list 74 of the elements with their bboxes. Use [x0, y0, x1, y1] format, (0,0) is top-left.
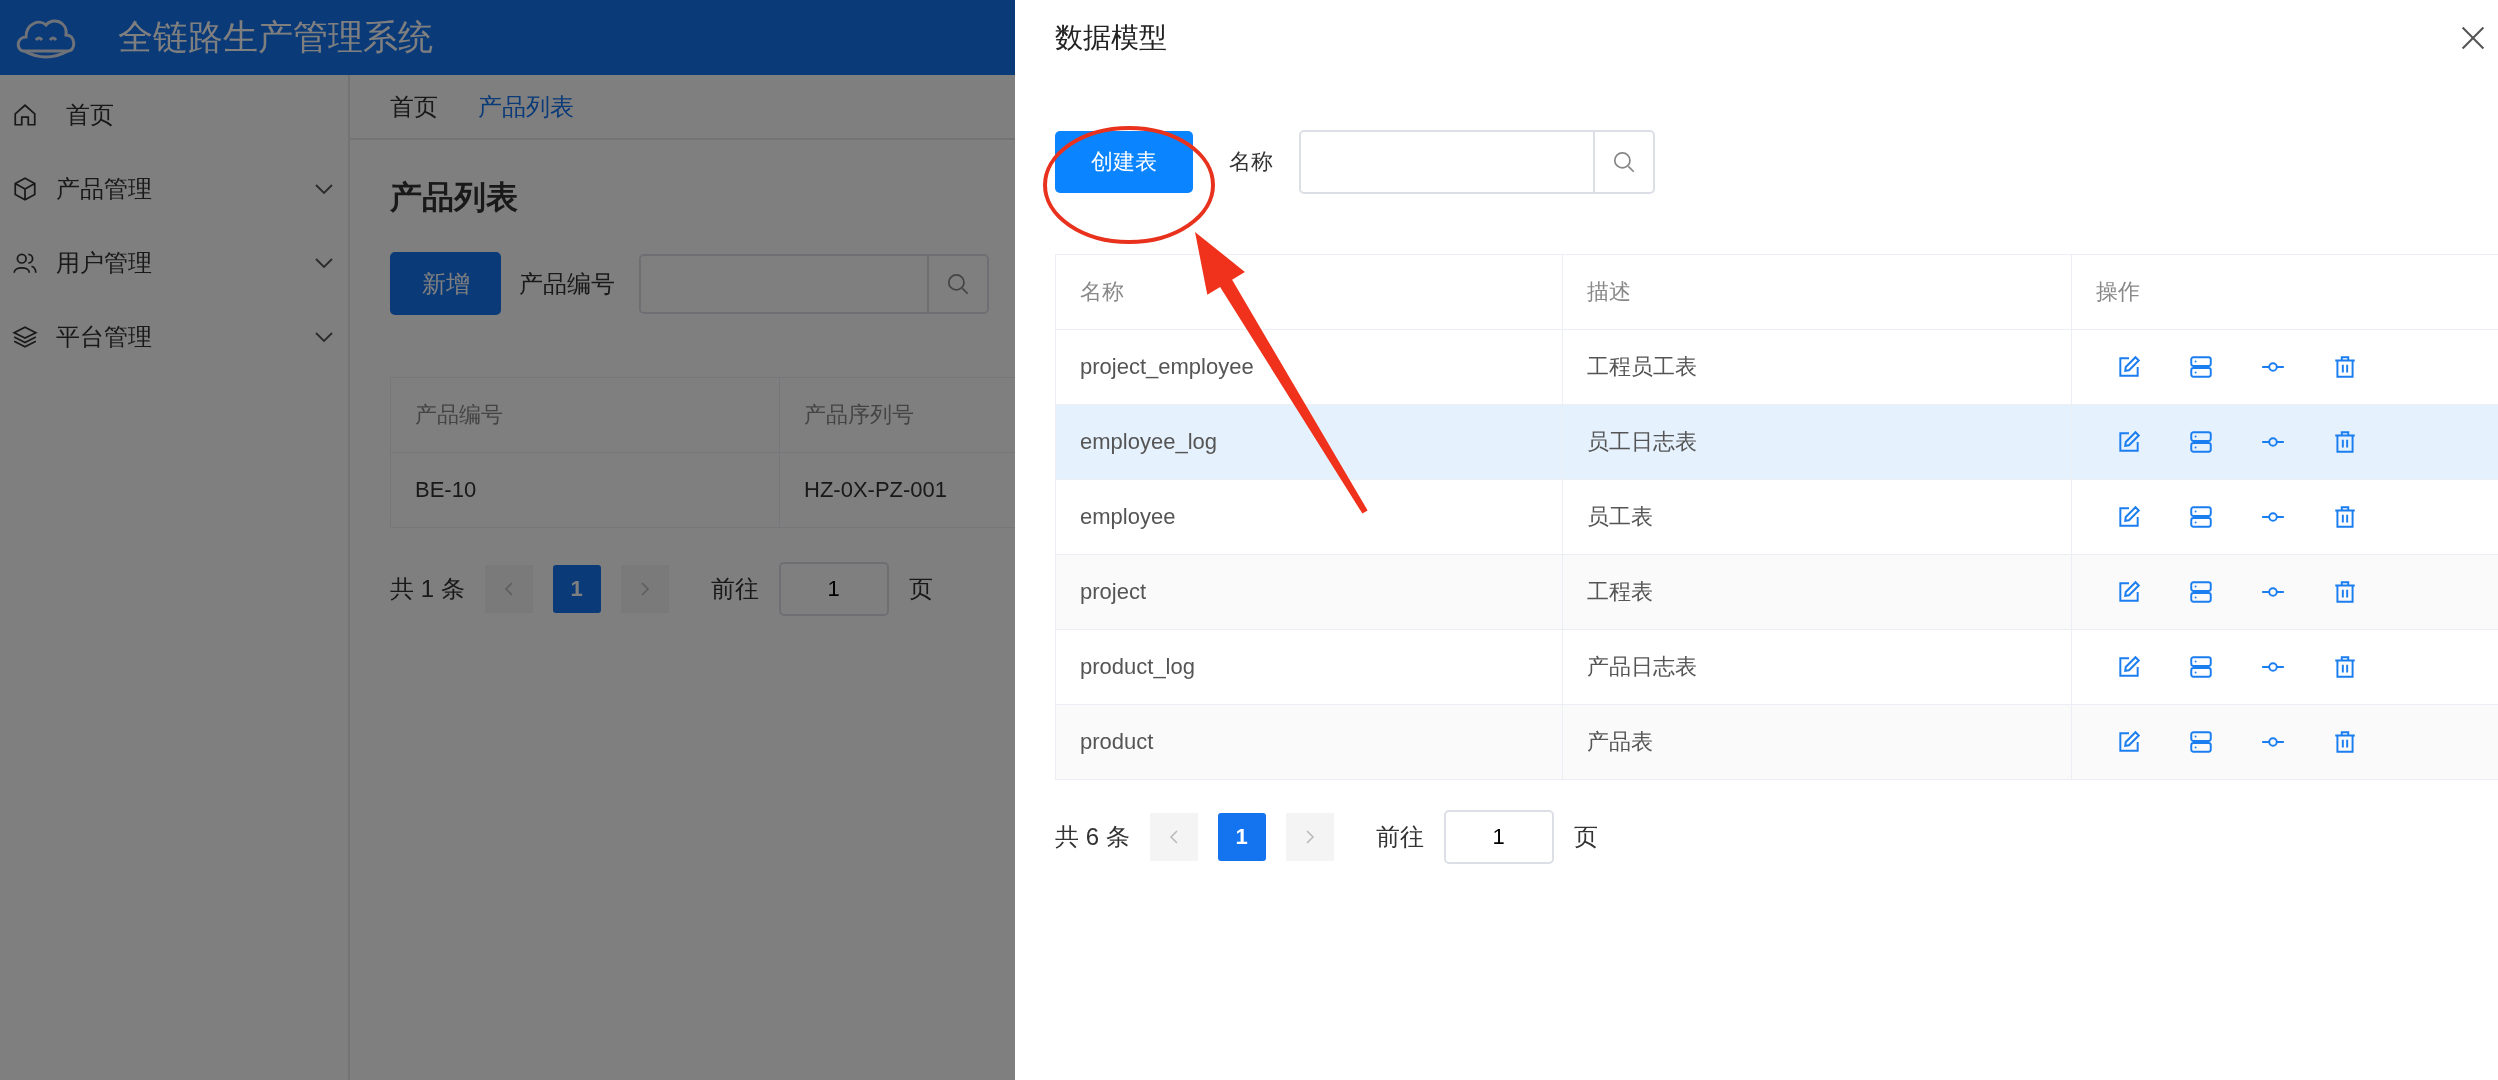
table-cell: BE-10: [390, 452, 780, 528]
trash-icon[interactable]: [2332, 429, 2358, 455]
server-icon[interactable]: [2188, 654, 2214, 680]
page-input[interactable]: 1: [1443, 810, 1554, 864]
chevron-icon: [314, 183, 334, 195]
search-field[interactable]: [639, 253, 989, 314]
filter-label: 产品编号: [519, 268, 615, 299]
table-cell: product: [1055, 704, 1563, 780]
app-title: 全链路生产管理系统: [118, 16, 433, 58]
table-row[interactable]: employee 员工表: [1055, 479, 2498, 555]
edit-icon[interactable]: [2116, 729, 2142, 755]
sidebar-item[interactable]: 用户管理: [0, 226, 348, 300]
cube-icon: [12, 176, 38, 202]
page-input[interactable]: 1: [778, 562, 889, 616]
table-cell: 工程表: [1562, 554, 2072, 630]
breadcrumb-link[interactable]: 产品列表: [478, 90, 574, 123]
chevron-right-icon: [1304, 829, 1315, 845]
page-unit: 页: [908, 574, 933, 604]
chevron-left-icon: [503, 581, 514, 597]
table-cell: project: [1055, 554, 1563, 630]
chevron-icon: [314, 331, 334, 343]
sidebar-item[interactable]: 平台管理: [0, 300, 348, 374]
table-cell: 产品表: [1562, 704, 2072, 780]
column-header: 操作: [2071, 254, 2498, 330]
table-row[interactable]: product 产品表: [1055, 704, 2498, 780]
layers-icon: [12, 324, 38, 350]
goto-label: 前往: [1375, 822, 1424, 852]
table-row[interactable]: project 工程表: [1055, 554, 2498, 630]
trash-icon[interactable]: [2332, 654, 2358, 680]
edit-icon[interactable]: [2116, 654, 2142, 680]
server-icon[interactable]: [2188, 429, 2214, 455]
column-header: 名称: [1055, 254, 1563, 330]
server-icon[interactable]: [2188, 504, 2214, 530]
search-field[interactable]: [1299, 130, 1655, 194]
total-count: 共 1 条: [390, 574, 465, 604]
column-header: 产品编号: [390, 377, 780, 453]
breadcrumb-link[interactable]: 首页: [390, 90, 438, 123]
edit-icon[interactable]: [2116, 429, 2142, 455]
table-cell: 工程员工表: [1562, 329, 2072, 405]
add-button[interactable]: 新增: [390, 252, 501, 315]
edit-icon[interactable]: [2116, 354, 2142, 380]
server-icon[interactable]: [2188, 729, 2214, 755]
sidebar-item[interactable]: 首页: [0, 78, 348, 152]
sidebar-item[interactable]: 产品管理: [0, 152, 348, 226]
table-cell: 员工表: [1562, 479, 2072, 555]
page-button[interactable]: 1: [552, 565, 601, 613]
goto-label: 前往: [710, 574, 759, 604]
table-cell: 产品日志表: [1562, 629, 2072, 705]
table-cell: 员工日志表: [1562, 404, 2072, 480]
chevron-icon: [314, 257, 334, 269]
search-icon: [1611, 149, 1637, 175]
filter-label: 名称: [1229, 148, 1273, 176]
drawer-title: 数据模型: [1055, 21, 1167, 55]
chevron-left-icon: [1168, 829, 1179, 845]
page-unit: 页: [1573, 822, 1598, 852]
total-count: 共 6 条: [1055, 822, 1130, 852]
trash-icon[interactable]: [2332, 579, 2358, 605]
create-table-button[interactable]: 创建表: [1055, 131, 1193, 193]
table-cell: employee_log: [1055, 404, 1563, 480]
column-header: 描述: [1562, 254, 2072, 330]
edit-icon[interactable]: [2116, 579, 2142, 605]
trash-icon[interactable]: [2332, 354, 2358, 380]
page-button[interactable]: 1: [1217, 813, 1266, 861]
trash-icon[interactable]: [2332, 729, 2358, 755]
trash-icon[interactable]: [2332, 504, 2358, 530]
table-row[interactable]: employee_log 员工日志表: [1055, 404, 2498, 480]
server-icon[interactable]: [2188, 579, 2214, 605]
table-row[interactable]: product_log 产品日志表: [1055, 629, 2498, 705]
chevron-right-icon: [639, 581, 650, 597]
page-title: 产品列表: [390, 178, 519, 217]
home-icon: [12, 102, 38, 128]
edit-icon[interactable]: [2116, 504, 2142, 530]
table-cell: product_log: [1055, 629, 1563, 705]
server-icon[interactable]: [2188, 354, 2214, 380]
